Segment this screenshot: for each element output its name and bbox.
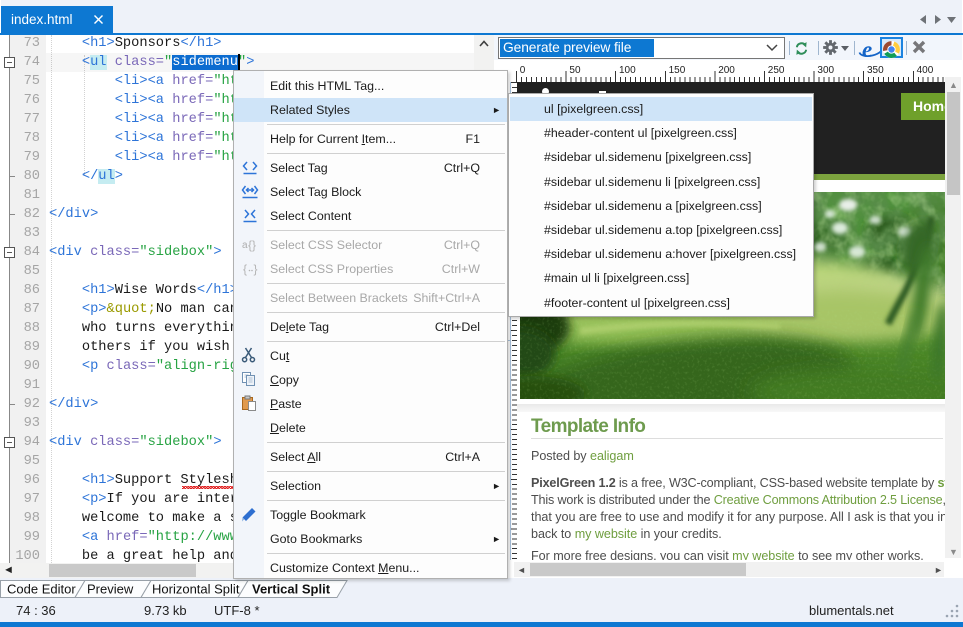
- svg-text:Horizontal Split: Horizontal Split: [152, 582, 240, 597]
- svg-text:}: }: [254, 262, 258, 276]
- svg-text:Vertical Split: Vertical Split: [252, 582, 331, 597]
- svg-text:Code Editor: Code Editor: [7, 582, 76, 597]
- svg-text:{: {: [243, 262, 247, 276]
- svg-text:Preview: Preview: [87, 582, 134, 597]
- svg-text:{}: {}: [248, 238, 256, 252]
- svg-text:e: e: [862, 38, 872, 62]
